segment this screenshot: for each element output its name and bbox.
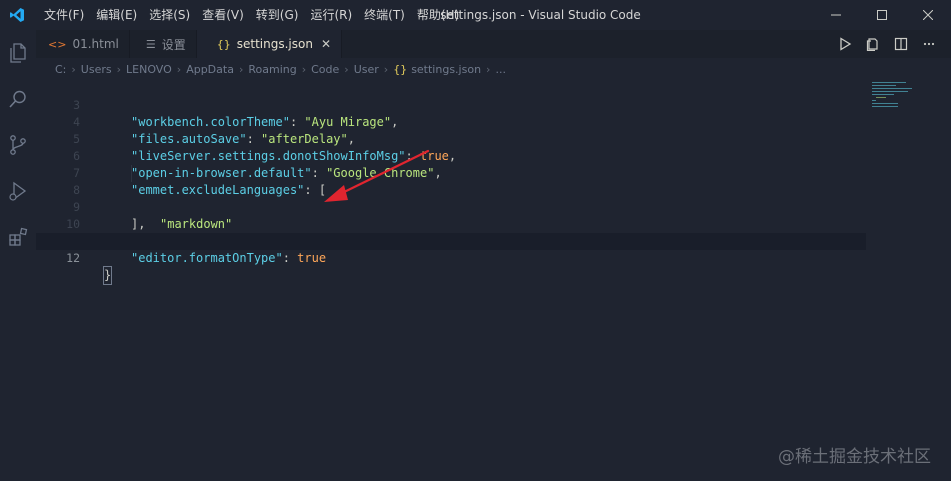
menu-file[interactable]: 文件(F) xyxy=(38,0,90,30)
tab-bar: <> 01.html ☰ 设置 {} settings.json ✕ xyxy=(36,30,951,58)
source-control-icon xyxy=(10,135,26,155)
menu-edit[interactable]: 编辑(E) xyxy=(90,0,143,30)
menu-bar: 文件(F) 编辑(E) 选择(S) 查看(V) 转到(G) 运行(R) 终端(T… xyxy=(38,0,465,30)
settings-list-icon: ☰ xyxy=(145,37,156,51)
menu-view[interactable]: 查看(V) xyxy=(196,0,250,30)
play-icon xyxy=(840,37,852,51)
indent-guide xyxy=(131,165,132,182)
extensions-button[interactable] xyxy=(0,214,36,260)
chevron-right-icon: › xyxy=(176,62,182,76)
code-line: 11 "editor.formatOnType": true xyxy=(36,216,866,265)
chevron-right-icon: › xyxy=(344,62,349,76)
open-settings-ui-button[interactable] xyxy=(859,30,887,58)
breadcrumb-item[interactable]: ... xyxy=(495,63,506,76)
maximize-icon xyxy=(877,10,887,20)
maximize-button[interactable] xyxy=(859,0,905,30)
close-window-button[interactable] xyxy=(905,0,951,30)
breadcrumb-item[interactable]: settings.json xyxy=(411,63,481,76)
code-line: 9 ], xyxy=(36,182,866,231)
breadcrumb-item[interactable]: LENOVO xyxy=(126,63,172,76)
breadcrumb-item[interactable]: Code xyxy=(311,63,339,76)
brace-close: } xyxy=(104,268,112,282)
vscode-logo-icon xyxy=(4,0,30,30)
close-icon xyxy=(923,10,933,20)
json-boolean: true xyxy=(297,251,327,265)
code-line: 3 "workbench.colorTheme": "Ayu Mirage", xyxy=(36,80,866,129)
annotation-arrow xyxy=(324,149,430,202)
tab-label: 01.html xyxy=(72,37,119,51)
code-line: 8 "markdown" xyxy=(36,165,866,231)
code-line: 5 "liveServer.settings.donotShowInfoMsg"… xyxy=(36,114,866,163)
files-icon xyxy=(10,43,26,63)
more-icon xyxy=(923,42,935,46)
code-editor[interactable]: 3 "workbench.colorTheme": "Ayu Mirage", … xyxy=(36,80,866,481)
chevron-right-icon: › xyxy=(238,62,244,76)
minimize-button[interactable] xyxy=(813,0,859,30)
activity-bar xyxy=(0,30,36,481)
code-line: 6 "open-in-browser.default": "Google Chr… xyxy=(36,131,866,180)
breadcrumb-item[interactable]: User xyxy=(354,63,379,76)
json-file-icon: {} xyxy=(216,37,231,51)
breadcrumb-item[interactable]: AppData xyxy=(186,63,234,76)
minimap[interactable] xyxy=(868,80,938,110)
chevron-right-icon: › xyxy=(116,62,122,76)
code-line: 4 "files.autoSave": "afterDelay", xyxy=(36,97,866,146)
open-settings-icon xyxy=(866,38,878,51)
code-line: 10 "editor.formatOnSave": true, xyxy=(36,199,866,248)
menu-run[interactable]: 运行(R) xyxy=(304,0,358,30)
code-line-current: 12 } xyxy=(36,233,866,285)
explorer-button[interactable] xyxy=(0,30,36,76)
chevron-right-icon: › xyxy=(486,62,491,76)
split-editor-button[interactable] xyxy=(887,30,915,58)
tab-settings-ui[interactable]: ☰ 设置 xyxy=(130,30,197,58)
line-number: 12 xyxy=(66,251,80,265)
menu-selection[interactable]: 选择(S) xyxy=(143,0,196,30)
search-icon xyxy=(9,90,26,108)
json-key: "editor.formatOnType" xyxy=(131,251,283,265)
search-button[interactable] xyxy=(0,76,36,122)
menu-terminal[interactable]: 终端(T) xyxy=(358,0,411,30)
watermark: @稀土掘金技术社区 xyxy=(778,447,931,467)
breadcrumb: C: › Users › LENOVO › AppData › Roaming › Cod… xyxy=(36,58,951,80)
json-file-icon: {} xyxy=(393,62,408,76)
source-control-button[interactable] xyxy=(0,122,36,168)
breadcrumb-item[interactable]: Users xyxy=(81,63,112,76)
split-editor-icon xyxy=(894,37,908,51)
tab-settings-json[interactable]: {} settings.json ✕ xyxy=(196,30,343,58)
more-actions-button[interactable] xyxy=(915,30,943,58)
html-file-icon: <> xyxy=(48,37,67,51)
menu-go[interactable]: 转到(G) xyxy=(250,0,305,30)
close-tab-icon[interactable]: ✕ xyxy=(321,37,331,51)
breadcrumb-item[interactable]: C: xyxy=(55,63,66,76)
editor-actions xyxy=(831,30,943,58)
code-line: 7 "emmet.excludeLanguages": [ xyxy=(36,148,866,197)
window-controls xyxy=(813,0,951,30)
extensions-icon xyxy=(9,227,28,246)
menu-help[interactable]: 帮助(H) xyxy=(411,0,465,30)
tab-label: 设置 xyxy=(161,37,186,52)
minimize-icon xyxy=(831,14,841,16)
tab-01-html[interactable]: <> 01.html xyxy=(36,30,130,58)
tab-label: settings.json xyxy=(236,37,313,51)
chevron-right-icon: › xyxy=(383,62,389,76)
window-title: settings.json - Visual Studio Code xyxy=(440,8,641,22)
chevron-right-icon: › xyxy=(301,62,307,76)
run-debug-icon xyxy=(9,181,27,201)
run-file-button[interactable] xyxy=(831,30,859,58)
chevron-right-icon: › xyxy=(71,62,76,76)
run-debug-button[interactable] xyxy=(0,168,36,214)
title-bar: 文件(F) 编辑(E) 选择(S) 查看(V) 转到(G) 运行(R) 终端(T… xyxy=(0,0,951,30)
breadcrumb-item[interactable]: Roaming xyxy=(248,63,296,76)
